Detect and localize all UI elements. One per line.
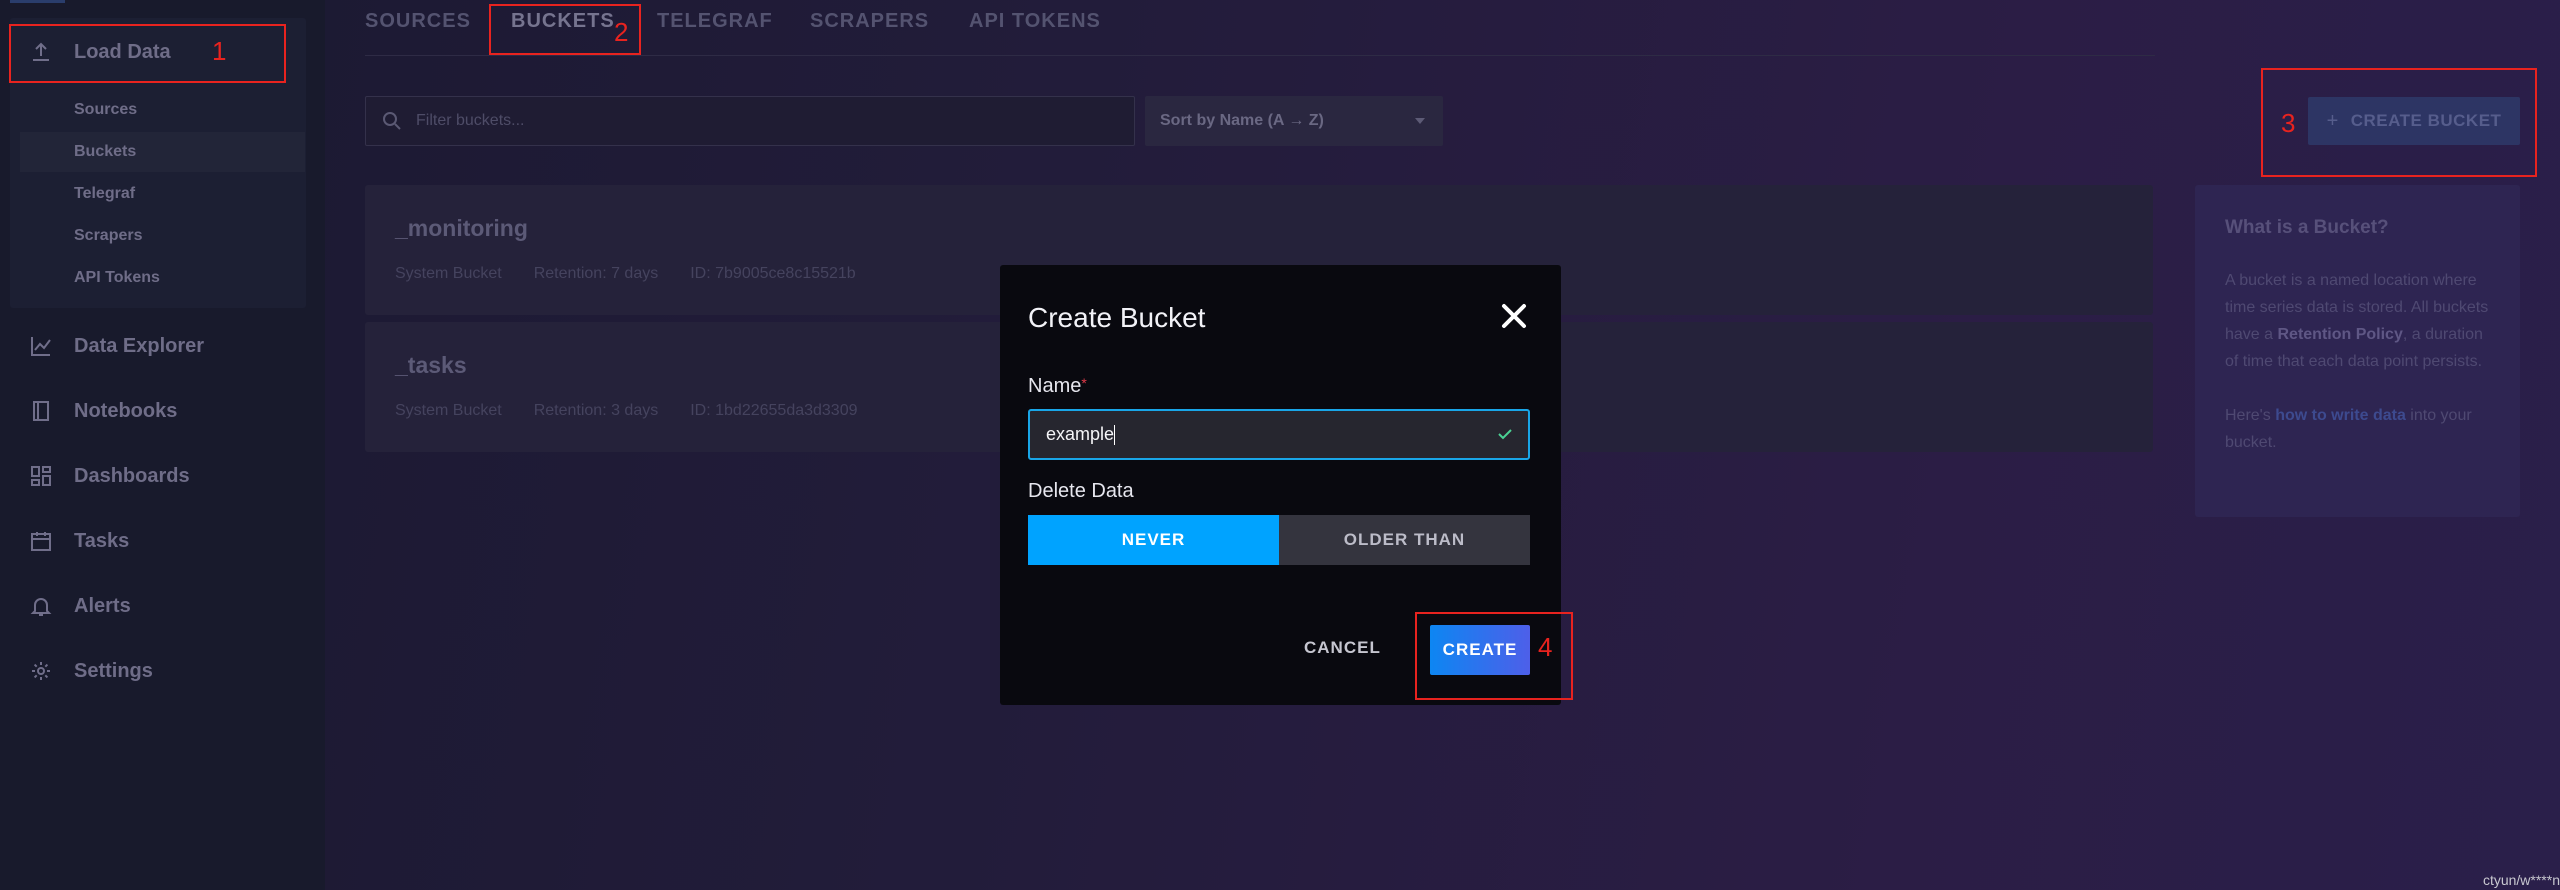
bucket-name[interactable]: _monitoring bbox=[395, 215, 528, 242]
required-mark: * bbox=[1081, 375, 1087, 391]
calendar-icon bbox=[28, 528, 54, 554]
older-than-option[interactable]: OLDER THAN bbox=[1279, 515, 1530, 565]
graph-icon bbox=[28, 333, 54, 359]
name-field-label: Name* bbox=[1028, 375, 1087, 397]
sidebar-subitem-sources[interactable]: Sources bbox=[20, 90, 305, 130]
sidebar-item-dashboards[interactable]: Dashboards bbox=[10, 446, 306, 506]
info-link-text: Here's how to write data into your bucke… bbox=[2225, 407, 2472, 451]
tab-sources[interactable]: SOURCES bbox=[365, 10, 471, 33]
sidebar-item-label: Settings bbox=[74, 659, 153, 682]
annotation-number-2: 2 bbox=[614, 17, 629, 47]
gear-icon bbox=[28, 658, 54, 684]
bell-icon bbox=[28, 593, 54, 619]
sidebar-item-alerts[interactable]: Alerts bbox=[10, 576, 306, 636]
watermark: ctyun/w****n bbox=[2482, 872, 2560, 888]
bucket-info-panel: What is a Bucket? A bucket is a named lo… bbox=[2195, 185, 2520, 517]
bucket-name[interactable]: _tasks bbox=[395, 352, 467, 379]
info-title: What is a Bucket? bbox=[2225, 217, 2389, 238]
grid-icon bbox=[28, 463, 54, 489]
bucket-retention: Retention: 3 days bbox=[533, 402, 659, 419]
annotation-box-1 bbox=[9, 24, 286, 83]
sidebar-item-data-explorer[interactable]: Data Explorer bbox=[10, 316, 306, 376]
sidebar-top-indicator bbox=[10, 0, 65, 3]
sidebar-subitem-api-tokens[interactable]: API Tokens bbox=[20, 258, 305, 298]
sidebar: Load Data Sources Buckets Telegraf Scrap… bbox=[0, 0, 325, 890]
cancel-button[interactable]: CANCEL bbox=[1304, 638, 1381, 658]
bucket-type: System Bucket bbox=[395, 402, 502, 419]
sidebar-item-label: Tasks bbox=[74, 529, 130, 552]
sort-dropdown[interactable]: Sort by Name (A → Z) bbox=[1145, 96, 1443, 146]
sidebar-item-label: Notebooks bbox=[74, 399, 178, 422]
sidebar-item-label: Dashboards bbox=[74, 464, 190, 487]
tab-scrapers[interactable]: SCRAPERS bbox=[810, 10, 929, 33]
sidebar-item-label: Alerts bbox=[74, 594, 131, 617]
bucket-type: System Bucket bbox=[395, 265, 502, 282]
name-field[interactable]: example bbox=[1028, 409, 1530, 460]
annotation-number-3: 3 bbox=[2281, 108, 2296, 138]
sidebar-subitem-telegraf[interactable]: Telegraf bbox=[20, 174, 305, 214]
sidebar-item-settings[interactable]: Settings bbox=[10, 641, 306, 701]
sidebar-item-tasks[interactable]: Tasks bbox=[10, 511, 306, 571]
delete-data-label: Delete Data bbox=[1028, 480, 1134, 502]
sidebar-item-label: Data Explorer bbox=[74, 334, 205, 357]
sidebar-subitem-scrapers[interactable]: Scrapers bbox=[20, 216, 305, 256]
chevron-down-icon bbox=[1415, 118, 1425, 124]
close-icon[interactable] bbox=[1499, 301, 1529, 331]
modal-title: Create Bucket bbox=[1028, 302, 1206, 333]
sidebar-item-notebooks[interactable]: Notebooks bbox=[10, 381, 306, 441]
write-data-link[interactable]: how to write data bbox=[2275, 407, 2406, 424]
delete-data-toggle: NEVER OLDER THAN bbox=[1028, 515, 1530, 565]
annotation-number-1: 1 bbox=[212, 36, 227, 66]
annotation-number-4: 4 bbox=[1538, 632, 1553, 662]
name-field-value[interactable]: example bbox=[1046, 424, 1116, 446]
bucket-retention: Retention: 7 days bbox=[533, 265, 659, 282]
filter-buckets-input[interactable] bbox=[416, 112, 1096, 130]
sort-dropdown-value: Sort by Name (A → Z) bbox=[1160, 112, 1324, 129]
sidebar-subitem-buckets[interactable]: Buckets bbox=[20, 132, 305, 172]
never-option[interactable]: NEVER bbox=[1028, 515, 1279, 565]
book-icon bbox=[28, 398, 54, 424]
bucket-id: ID: 1bd22655da3d3309 bbox=[690, 402, 858, 419]
info-text: A bucket is a named location where time … bbox=[2225, 272, 2489, 370]
check-icon bbox=[1496, 425, 1514, 443]
annotation-box-3 bbox=[2261, 68, 2537, 177]
tab-telegraf[interactable]: TELEGRAF bbox=[657, 10, 773, 33]
search-icon bbox=[382, 111, 402, 131]
tab-api-tokens[interactable]: API TOKENS bbox=[969, 10, 1101, 33]
bucket-id: ID: 7b9005ce8c15521b bbox=[690, 265, 856, 282]
filter-buckets bbox=[365, 96, 1135, 146]
